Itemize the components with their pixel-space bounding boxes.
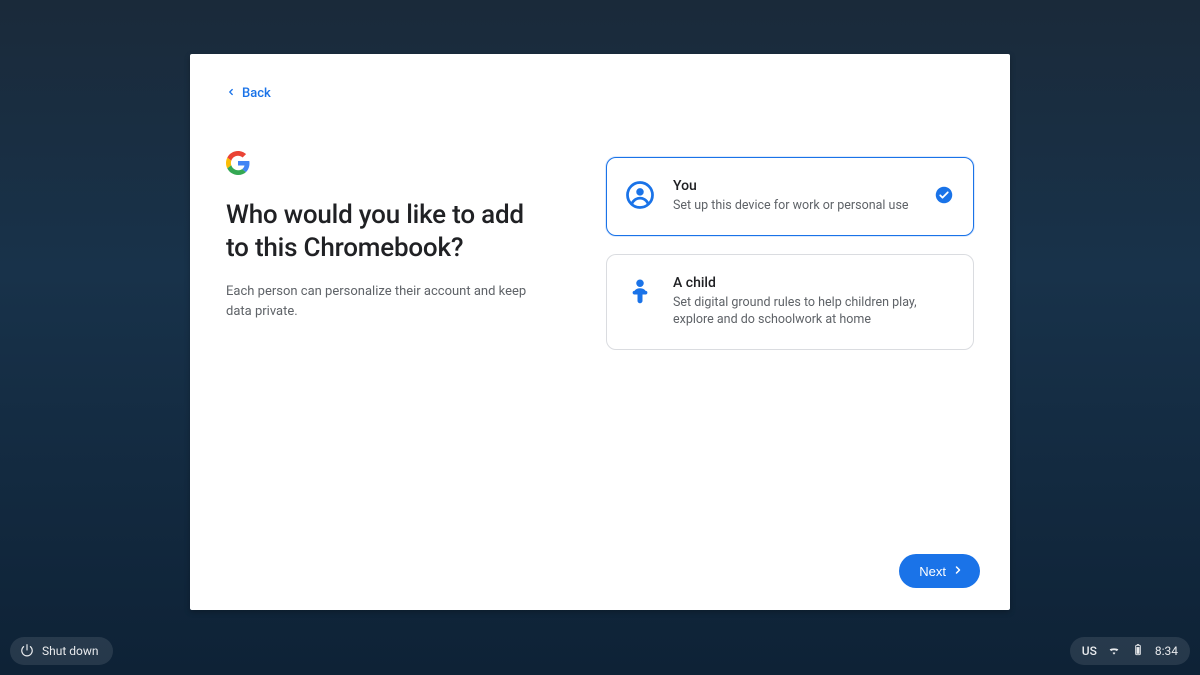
page-subtitle: Each person can personalize their accoun…: [226, 282, 536, 321]
option-description: Set digital ground rules to help childre…: [673, 294, 917, 329]
wifi-icon: [1107, 643, 1121, 660]
battery-icon: [1131, 643, 1145, 660]
back-label: Back: [242, 86, 271, 101]
status-tray[interactable]: US 8:34: [1070, 637, 1190, 665]
option-description: Set up this device for work or personal …: [673, 197, 917, 215]
checkmark-icon: [935, 186, 953, 204]
left-column: Who would you like to add to this Chrome…: [226, 151, 536, 368]
option-you[interactable]: You Set up this device for work or perso…: [606, 157, 974, 236]
page-title: Who would you like to add to this Chrome…: [226, 199, 536, 264]
power-icon: [20, 643, 34, 660]
next-button[interactable]: Next: [899, 554, 980, 588]
next-label: Next: [919, 564, 946, 579]
shutdown-label: Shut down: [42, 644, 99, 658]
setup-card: Back Who would you like to add to this C…: [190, 54, 1010, 610]
back-button[interactable]: Back: [226, 86, 271, 101]
option-child[interactable]: A child Set digital ground rules to help…: [606, 254, 974, 350]
child-icon: [625, 277, 655, 307]
options-column: You Set up this device for work or perso…: [606, 151, 974, 368]
option-title: You: [673, 178, 917, 194]
clock: 8:34: [1155, 644, 1178, 658]
shutdown-button[interactable]: Shut down: [10, 637, 113, 665]
chevron-right-icon: [952, 564, 964, 579]
chevron-left-icon: [226, 86, 236, 101]
option-title: A child: [673, 275, 917, 291]
google-logo-icon: [226, 151, 250, 175]
user-circle-icon: [625, 180, 655, 210]
language-indicator: US: [1082, 644, 1097, 658]
